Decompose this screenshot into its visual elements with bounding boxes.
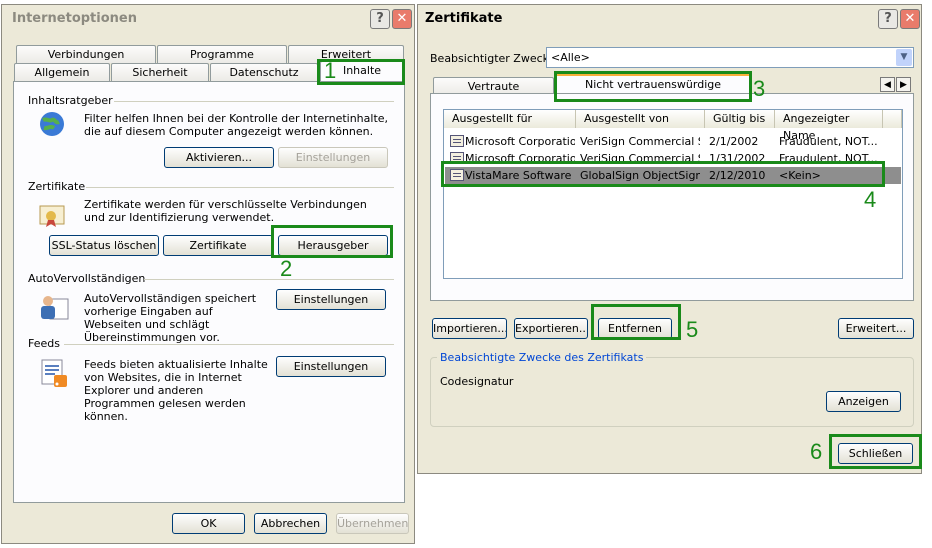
uebernehmen-button[interactable]: Übernehmen [336,513,409,534]
tab-allgemein[interactable]: Allgemein [14,63,110,81]
tab-datenschutz[interactable]: Datenschutz [210,63,318,81]
annotation-6: 6 [810,439,823,464]
autovervollstaendigen-einstellungen-button[interactable]: Einstellungen [276,289,386,310]
inhaltsratgeber-heading: Inhaltsratgeber [28,94,113,107]
purpose-select[interactable]: <Alle> ▼ [546,47,914,68]
dialog-title: Zertifikate [425,11,503,26]
column-header-angezeigter-name[interactable]: Angezeigter Name [775,110,883,142]
close-icon[interactable]: ✕ [900,9,920,29]
annotation-5: 5 [686,317,699,342]
highlight-untrusted-tab [554,71,752,102]
certificate-list[interactable]: Ausgestellt für Ausgestellt von Gültig b… [443,109,903,279]
table-row[interactable]: Microsoft Corporation VeriSign Commercia… [445,133,901,150]
zertifikate-text: Zertifikate werden für verschlüsselte Ve… [84,198,367,224]
autovervollstaendigen-text: AutoVervollständigen speichert vorherige… [84,292,257,344]
highlight-selected-row [441,161,885,187]
highlight-herausgeber-button [271,225,393,258]
ok-button[interactable]: OK [172,513,245,534]
globe-icon [40,112,64,136]
feed-icon [41,359,67,387]
anzeigen-button[interactable]: Anzeigen [826,391,901,412]
close-icon[interactable]: ✕ [392,9,412,29]
internetoptionen-dialog: Internetoptionen ? ✕ Verbindungen Progra… [1,4,415,544]
title-bar: Zertifikate ? ✕ [418,5,921,33]
annotation-4: 4 [864,187,877,212]
help-icon[interactable]: ? [370,9,390,29]
inhaltsratgeber-text: Filter helfen Ihnen bei der Kontrolle de… [84,112,389,138]
purpose-value: <Alle> [551,51,590,64]
purpose-label: Beabsichtigter Zweck: [430,52,553,65]
abbrechen-button[interactable]: Abbrechen [254,513,327,534]
ssl-status-loeschen-button[interactable]: SSL-Status löschen [49,235,159,256]
dialog-title: Internetoptionen [12,11,137,26]
tab-scroll-left-icon[interactable]: ◀ [880,77,895,92]
erweitert-button[interactable]: Erweitert... [838,318,914,339]
certificate-icon [39,205,65,227]
purposes-groupbox-label: Beabsichtigte Zwecke des Zertifikats [437,351,647,364]
aktivieren-button[interactable]: Aktivieren... [164,147,274,168]
column-header-ausgestellt-von[interactable]: Ausgestellt von [576,110,705,128]
tab-sicherheit[interactable]: Sicherheit [111,63,209,81]
tab-programme[interactable]: Programme [157,45,287,63]
importieren-button[interactable]: Importieren... [432,318,507,339]
column-header-gueltig-bis[interactable]: Gültig bis [705,110,775,128]
tab-scroll-right-icon[interactable]: ▶ [896,77,911,92]
inhaltsratgeber-einstellungen-button[interactable]: Einstellungen [278,147,388,168]
highlight-schliessen-button [829,434,922,469]
zertifikate-button[interactable]: Zertifikate [163,235,273,256]
annotation-2: 2 [280,256,293,281]
feeds-text: Feeds bieten aktualisierte Inhalte von W… [84,358,268,423]
autovervollstaendigen-heading: AutoVervollständigen [28,272,146,285]
zertifikate-heading: Zertifikate [28,180,86,193]
exportieren-button[interactable]: Exportieren... [514,318,588,339]
title-bar: Internetoptionen ? ✕ [2,5,414,33]
annotation-3: 3 [753,76,766,101]
tab-verbindungen[interactable]: Verbindungen [16,45,156,63]
highlight-entfernen-button [591,304,681,340]
help-icon[interactable]: ? [878,9,898,29]
feeds-einstellungen-button[interactable]: Einstellungen [276,356,386,377]
user-form-icon [41,296,69,320]
certificate-icon [450,135,464,147]
chevron-down-icon[interactable]: ▼ [896,49,912,66]
feeds-heading: Feeds [28,337,60,350]
column-header-ausgestellt-fuer[interactable]: Ausgestellt für [444,110,576,128]
purposes-value: Codesignatur [440,375,514,388]
annotation-1: 1 [324,58,337,83]
